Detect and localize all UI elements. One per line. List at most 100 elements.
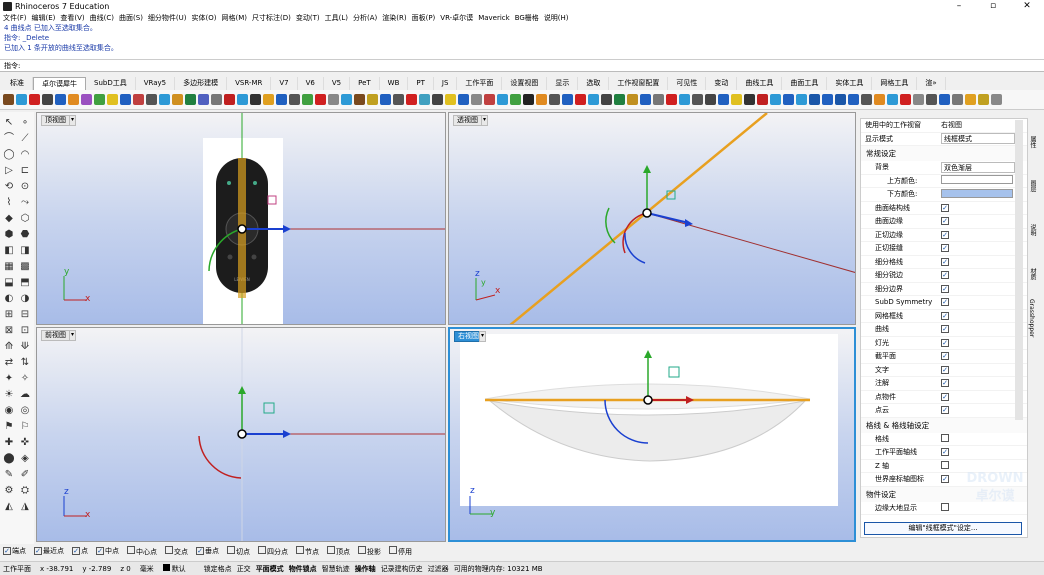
osnap-item[interactable]: ✓ 端点 [3,546,30,556]
toolbar-tool-icon[interactable] [692,94,703,105]
left-tool-icon[interactable]: ✐ [18,468,32,481]
toolbar-tool-icon[interactable] [731,94,742,105]
left-tool-icon[interactable]: ↖ [2,116,16,129]
left-tool-icon[interactable]: ◐ [2,292,16,305]
toolbar-tool-icon[interactable] [536,94,547,105]
left-tool-icon[interactable]: ⚙ [2,484,16,497]
viewport-right[interactable]: 右视图 ▾ z y [448,327,856,542]
toolbar-tool-icon[interactable] [991,94,1002,105]
property-checkbox[interactable]: ✓ [941,392,949,401]
viewport-top[interactable]: 顶视图 ▾ LEIWEN y x [36,112,446,325]
left-tool-icon[interactable]: ⊟ [18,308,32,321]
toolbar-tool-icon[interactable] [523,94,534,105]
toolbar-tool-icon[interactable] [497,94,508,105]
toolbar-tool-icon[interactable] [887,94,898,105]
left-tool-icon[interactable]: ✧ [18,372,32,385]
side-tab[interactable]: 说明 [1028,210,1037,250]
toolbar-tool-icon[interactable] [133,94,144,105]
osnap-checkbox[interactable] [227,545,235,554]
menu-item[interactable]: 变动(T) [296,13,320,23]
toolbar-tool-icon[interactable] [458,94,469,105]
toolbar-tool-icon[interactable] [55,94,66,105]
osnap-item[interactable]: 停用 [389,545,416,557]
toolbar-tool-icon[interactable] [393,94,404,105]
viewport-menu-icon[interactable]: ▾ [69,115,76,126]
side-tab[interactable]: 图层 [1028,166,1037,206]
maximize-button[interactable]: ▫ [976,0,1010,12]
tab-item[interactable]: SubD工具 [86,77,136,90]
tab-item[interactable]: JS [434,77,458,90]
status-plane[interactable]: 工作平面 [3,564,31,574]
status-layer[interactable]: 默认 [162,563,195,574]
viewport-menu-icon[interactable]: ▾ [479,331,486,342]
toolbar-tool-icon[interactable] [29,94,40,105]
toolbar-tool-icon[interactable] [757,94,768,105]
property-checkbox[interactable]: ✓ [941,448,949,457]
menu-item[interactable]: 渲染(R) [382,13,406,23]
osnap-item[interactable]: 中心点 [127,545,161,557]
toolbar-tool-icon[interactable] [926,94,937,105]
tab-item[interactable]: 工作视窗配置 [609,77,669,90]
toolbar-tool-icon[interactable] [965,94,976,105]
left-tool-icon[interactable]: ⬣ [18,228,32,241]
property-checkbox[interactable]: ✓ [941,311,949,320]
toolbar-tool-icon[interactable] [562,94,573,105]
property-checkbox[interactable]: ✓ [941,244,949,253]
left-tool-icon[interactable]: ⊞ [2,308,16,321]
left-tool-icon[interactable]: ◮ [18,500,32,513]
osnap-checkbox[interactable] [358,545,366,554]
left-tool-icon[interactable]: ⟲ [2,180,16,193]
toolbar-tool-icon[interactable] [900,94,911,105]
toolbar-tool-icon[interactable] [588,94,599,105]
status-toggle[interactable]: 锁定格点 [204,565,232,573]
left-tool-icon[interactable]: ⊏ [18,164,32,177]
left-tool-icon[interactable]: ◑ [18,292,32,305]
tab-item[interactable]: 网格工具 [872,77,918,90]
property-checkbox[interactable]: ✓ [941,365,949,374]
left-tool-icon[interactable]: ▷ [2,164,16,177]
toolbar-tool-icon[interactable] [549,94,560,105]
tab-item[interactable]: 卓尔谟犀牛 [33,77,86,90]
property-checkbox[interactable] [941,502,949,511]
menu-item[interactable]: 尺寸标注(D) [252,13,291,23]
toolbar-tool-icon[interactable] [796,94,807,105]
minimize-button[interactable]: – [942,0,976,12]
property-checkbox[interactable] [941,460,949,469]
viewport-menu-icon[interactable]: ▾ [69,330,76,341]
status-toggle[interactable]: 智慧轨迹 [322,565,350,573]
property-checkbox[interactable]: ✓ [941,257,949,266]
osnap-item[interactable]: ✓ 最近点 [34,546,68,556]
status-toggle[interactable]: 正交 [237,565,251,573]
tab-item[interactable]: 可见性 [668,77,707,90]
osnap-checkbox[interactable] [389,545,397,554]
tab-item[interactable]: 渲» [917,77,946,90]
property-checkbox[interactable]: ✓ [941,352,949,361]
toolbar-tool-icon[interactable] [354,94,365,105]
property-checkbox[interactable]: ✓ [941,298,949,307]
left-tool-icon[interactable]: ⬡ [18,212,32,225]
left-tool-icon[interactable]: ✚ [2,436,16,449]
toolbar-tool-icon[interactable] [471,94,482,105]
left-tool-icon[interactable]: ◠ [18,148,32,161]
menu-item[interactable]: 曲线(C) [90,13,114,23]
toolbar-tool-icon[interactable] [237,94,248,105]
property-checkbox[interactable]: ✓ [941,338,949,347]
command-input[interactable]: 指令: [0,60,1044,72]
toolbar-tool-icon[interactable] [601,94,612,105]
tab-item[interactable]: PT [408,77,434,90]
left-tool-icon[interactable]: ⬢ [2,228,16,241]
side-tab[interactable]: 属性 [1028,122,1037,162]
tab-item[interactable]: 曲线工具 [737,77,783,90]
tab-item[interactable]: 曲面工具 [782,77,828,90]
left-tool-icon[interactable]: ▦ [2,260,16,273]
menu-item[interactable]: 实体(O) [192,13,217,23]
toolbar-tool-icon[interactable] [432,94,443,105]
left-tool-icon[interactable]: ✜ [18,436,32,449]
property-checkbox[interactable]: ✓ [941,406,949,415]
menu-item[interactable]: 曲面(S) [119,13,143,23]
left-tool-icon[interactable]: ⇅ [18,356,32,369]
toolbar-tool-icon[interactable] [835,94,846,105]
viewport-front[interactable]: 前视图 ▾ z x [36,327,446,542]
toolbar-tool-icon[interactable] [627,94,638,105]
left-tool-icon[interactable]: ◨ [18,244,32,257]
